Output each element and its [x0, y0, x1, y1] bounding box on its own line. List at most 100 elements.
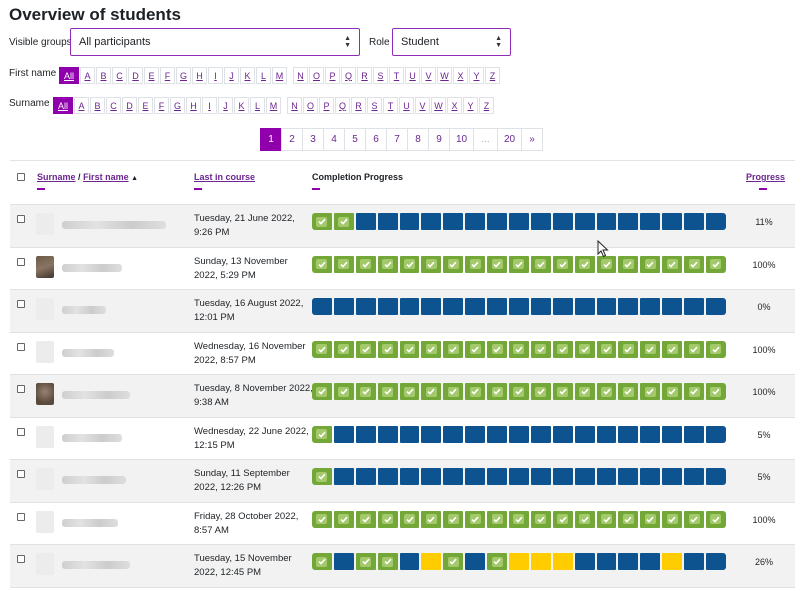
surname-initial-u[interactable]: U: [399, 97, 414, 114]
avatar[interactable]: [36, 340, 54, 363]
activity-segment-notstarted[interactable]: [706, 213, 726, 230]
activity-segment-notstarted[interactable]: [509, 468, 529, 485]
activity-segment-notstarted[interactable]: [574, 298, 595, 315]
surname-initial-n[interactable]: N: [287, 97, 302, 114]
avatar[interactable]: [36, 383, 54, 405]
activity-segment-complete[interactable]: [530, 383, 551, 400]
activity-segment-notstarted[interactable]: [640, 213, 661, 230]
page-6-button[interactable]: 6: [365, 128, 387, 151]
firstname-initial-c[interactable]: C: [112, 67, 127, 84]
activity-segment-notstarted[interactable]: [596, 213, 617, 230]
activity-segment-complete[interactable]: [640, 340, 661, 358]
student-name-blurred[interactable]: [62, 433, 122, 442]
activity-segment-complete[interactable]: [552, 255, 573, 273]
student-name-blurred[interactable]: [62, 561, 130, 569]
activity-segment-notstarted[interactable]: [706, 553, 726, 570]
surname-initial-r[interactable]: R: [351, 97, 366, 114]
activity-segment-complete[interactable]: [574, 383, 595, 400]
activity-segment-notstarted[interactable]: [618, 425, 639, 443]
activity-segment-complete[interactable]: [706, 255, 726, 273]
activity-segment-complete[interactable]: [487, 340, 508, 358]
activity-segment-notstarted[interactable]: [552, 298, 573, 315]
surname-initial-all[interactable]: All: [53, 97, 73, 114]
activity-segment-notstarted[interactable]: [596, 553, 617, 570]
activity-segment-notstarted[interactable]: [509, 298, 529, 315]
activity-segment-complete[interactable]: [421, 255, 442, 273]
activity-segment-notstarted[interactable]: [530, 298, 551, 315]
activity-segment-notstarted[interactable]: [552, 213, 573, 230]
activity-segment-complete[interactable]: [421, 383, 442, 400]
activity-segment-complete[interactable]: [618, 383, 639, 400]
activity-segment-notstarted[interactable]: [443, 425, 464, 443]
surname-initial-b[interactable]: B: [90, 97, 105, 114]
firstname-initial-j[interactable]: J: [224, 67, 239, 84]
activity-segment-notstarted[interactable]: [530, 425, 551, 443]
activity-segment-notstarted[interactable]: [421, 213, 442, 230]
activity-segment-notstarted[interactable]: [465, 213, 486, 230]
surname-initial-w[interactable]: W: [431, 97, 446, 114]
activity-segment-complete[interactable]: [684, 383, 705, 400]
activity-segment-notstarted[interactable]: [684, 298, 705, 315]
surname-initial-s[interactable]: S: [367, 97, 382, 114]
student-name-blurred[interactable]: [62, 221, 166, 229]
sort-last-in-course-link[interactable]: Last in course: [194, 172, 255, 182]
activity-segment-notstarted[interactable]: [618, 468, 639, 485]
surname-initial-t[interactable]: T: [383, 97, 398, 114]
firstname-initial-m[interactable]: M: [272, 67, 287, 84]
row-select-checkbox[interactable]: [17, 427, 25, 436]
firstname-initial-n[interactable]: N: [293, 67, 308, 84]
row-select-checkbox[interactable]: [17, 512, 25, 521]
activity-segment-notstarted[interactable]: [706, 425, 726, 443]
student-name-blurred[interactable]: [62, 306, 106, 314]
activity-segment-notstarted[interactable]: [662, 213, 683, 230]
activity-segment-notstarted[interactable]: [399, 213, 420, 230]
surname-initial-j[interactable]: J: [218, 97, 233, 114]
activity-segment-notstarted[interactable]: [333, 425, 354, 443]
activity-segment-complete[interactable]: [312, 340, 332, 358]
activity-segment-notstarted[interactable]: [487, 468, 508, 485]
activity-segment-complete[interactable]: [443, 255, 464, 273]
activity-segment-submitted[interactable]: [421, 553, 442, 570]
page-3-button[interactable]: 3: [302, 128, 324, 151]
firstname-initial-t[interactable]: T: [389, 67, 404, 84]
activity-segment-notstarted[interactable]: [530, 213, 551, 230]
activity-segment-complete[interactable]: [640, 383, 661, 400]
activity-segment-notstarted[interactable]: [443, 213, 464, 230]
activity-segment-notstarted[interactable]: [574, 553, 595, 570]
activity-segment-complete[interactable]: [662, 510, 683, 528]
activity-segment-complete[interactable]: [552, 510, 573, 528]
activity-segment-complete[interactable]: [509, 255, 529, 273]
activity-segment-notstarted[interactable]: [596, 425, 617, 443]
activity-segment-notstarted[interactable]: [574, 213, 595, 230]
activity-segment-complete[interactable]: [465, 383, 486, 400]
row-select-checkbox[interactable]: [17, 342, 25, 351]
surname-initial-o[interactable]: O: [303, 97, 318, 114]
activity-segment-complete[interactable]: [596, 383, 617, 400]
surname-initial-y[interactable]: Y: [463, 97, 478, 114]
activity-segment-complete[interactable]: [377, 553, 398, 570]
activity-segment-notstarted[interactable]: [618, 213, 639, 230]
activity-segment-complete[interactable]: [312, 553, 332, 570]
activity-segment-complete[interactable]: [509, 510, 529, 528]
page-9-button[interactable]: 9: [428, 128, 450, 151]
activity-segment-complete[interactable]: [399, 510, 420, 528]
firstname-initial-u[interactable]: U: [405, 67, 420, 84]
row-select-checkbox[interactable]: [17, 555, 25, 563]
page-7-button[interactable]: 7: [386, 128, 408, 151]
firstname-initial-e[interactable]: E: [144, 67, 159, 84]
activity-segment-complete[interactable]: [355, 510, 376, 528]
activity-segment-notstarted[interactable]: [574, 425, 595, 443]
surname-initial-q[interactable]: Q: [335, 97, 350, 114]
activity-segment-complete[interactable]: [662, 383, 683, 400]
surname-initial-l[interactable]: L: [250, 97, 265, 114]
activity-segment-notstarted[interactable]: [684, 425, 705, 443]
activity-segment-complete[interactable]: [530, 510, 551, 528]
surname-initial-x[interactable]: X: [447, 97, 462, 114]
activity-segment-complete[interactable]: [487, 383, 508, 400]
activity-segment-notstarted[interactable]: [443, 298, 464, 315]
activity-segment-notstarted[interactable]: [574, 468, 595, 485]
activity-segment-complete[interactable]: [552, 340, 573, 358]
firstname-initial-a[interactable]: A: [80, 67, 95, 84]
activity-segment-notstarted[interactable]: [487, 298, 508, 315]
activity-segment-notstarted[interactable]: [596, 298, 617, 315]
